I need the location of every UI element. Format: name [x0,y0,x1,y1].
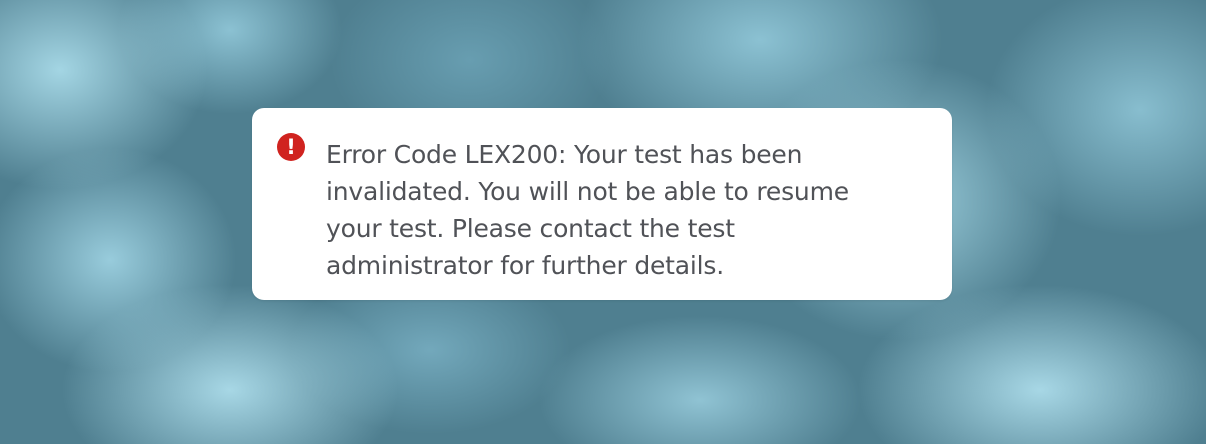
error-alert-dialog: ! Error Code LEX200: Your test has been … [252,108,952,300]
icon-glyph: ! [286,135,296,159]
error-message: Error Code LEX200: Your test has been in… [326,140,849,280]
exclamation-circle-icon: ! [276,132,306,162]
